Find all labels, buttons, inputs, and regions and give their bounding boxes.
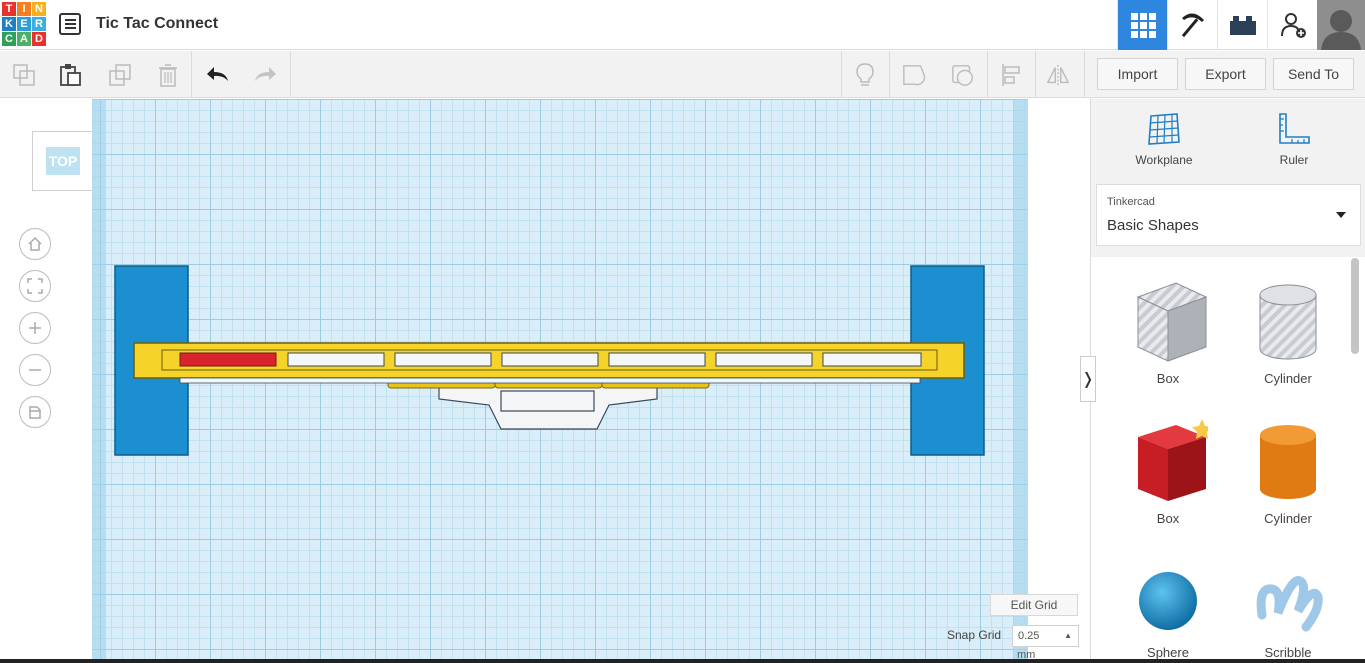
group-icon[interactable] — [951, 63, 975, 87]
view-cube[interactable]: TOP — [32, 131, 94, 191]
delete-icon[interactable] — [156, 63, 180, 87]
workplane-canvas[interactable] — [92, 99, 1028, 663]
fit-view-icon[interactable] — [19, 270, 51, 302]
view-cube-face: TOP — [45, 147, 81, 175]
logo-letter: T — [2, 2, 16, 16]
logo-letter: E — [17, 17, 31, 31]
logo-letter: A — [17, 32, 31, 46]
snap-grid-label: Snap Grid — [947, 628, 1002, 642]
bricks-icon[interactable] — [1217, 0, 1267, 50]
cylinder-hole-icon — [1259, 284, 1317, 360]
shape-sphere[interactable]: Sphere — [1108, 567, 1228, 660]
duplicate-icon[interactable] — [108, 63, 132, 87]
sphere-icon — [1139, 572, 1197, 630]
import-button[interactable]: Import — [1097, 58, 1178, 90]
shape-label: Sphere — [1147, 645, 1189, 660]
zoom-out-icon[interactable] — [19, 354, 51, 386]
shape-scribble[interactable]: Scribble — [1228, 567, 1348, 660]
note-icon[interactable] — [902, 63, 926, 87]
chevron-down-icon — [1336, 212, 1346, 218]
scribble-icon — [1256, 576, 1323, 632]
shape-library-select[interactable]: Tinkercad Basic Shapes — [1096, 184, 1361, 246]
canvas-edge-left — [92, 99, 106, 663]
view-controls: TOP — [0, 99, 94, 663]
workplane-icon — [1148, 113, 1180, 145]
library-name: Basic Shapes — [1107, 217, 1199, 234]
box-icon — [1138, 419, 1208, 501]
collapse-panel-icon[interactable]: ❭ — [1080, 356, 1096, 402]
grid-view-icon[interactable] — [1117, 0, 1167, 50]
logo-letter: N — [32, 2, 46, 16]
shape-box-hole[interactable]: Box — [1108, 277, 1228, 386]
paste-icon[interactable] — [58, 63, 82, 87]
window-bottom-edge — [0, 659, 1365, 663]
design-model[interactable] — [92, 99, 1028, 663]
design-title[interactable]: Tic Tac Connect — [96, 15, 218, 33]
tinkercad-logo[interactable]: TIN KER CAD — [2, 2, 46, 48]
toolbar: Import Export Send To — [0, 51, 1365, 98]
ruler-icon — [1279, 113, 1310, 144]
shape-cylinder-hole[interactable]: Cylinder — [1228, 277, 1348, 386]
snap-grid-value: 0.25 — [1018, 630, 1040, 642]
align-icon[interactable] — [1000, 63, 1024, 87]
snap-grid-arrow-icon: ▲ — [1064, 631, 1072, 640]
canvas-edge-right — [1013, 99, 1028, 663]
shape-label: Box — [1156, 511, 1180, 526]
ruler-label: Ruler — [1279, 153, 1309, 167]
cylinder-icon — [1260, 425, 1316, 499]
workplane-tool[interactable]: Workplane — [1114, 111, 1214, 167]
undo-icon[interactable] — [206, 63, 230, 87]
workplane-label: Workplane — [1135, 153, 1193, 167]
logo-letter: D — [32, 32, 46, 46]
logo-letter: C — [2, 32, 16, 46]
box-hole-icon — [1136, 282, 1208, 362]
zoom-in-icon[interactable] — [19, 312, 51, 344]
perspective-icon[interactable] — [19, 396, 51, 428]
home-view-icon[interactable] — [19, 228, 51, 260]
shape-label: Cylinder — [1264, 511, 1312, 526]
copy-icon[interactable] — [12, 63, 36, 87]
library-provider: Tinkercad — [1107, 196, 1155, 208]
add-user-icon[interactable] — [1267, 0, 1317, 50]
send-to-button[interactable]: Send To — [1273, 58, 1354, 90]
right-panel: Workplane Ruler Tinkercad Basic Shapes B… — [1090, 99, 1365, 663]
logo-letter: I — [17, 2, 31, 16]
pickaxe-icon[interactable] — [1167, 0, 1217, 50]
logo-letter: K — [2, 17, 16, 31]
snap-grid-select[interactable]: 0.25 ▲ — [1012, 625, 1079, 647]
ruler-tool[interactable]: Ruler — [1244, 111, 1344, 167]
edit-grid-button[interactable]: Edit Grid — [990, 594, 1078, 616]
export-button[interactable]: Export — [1185, 58, 1266, 90]
shape-box[interactable]: Box — [1108, 417, 1228, 526]
shape-label: Scribble — [1264, 645, 1312, 660]
mirror-icon[interactable] — [1046, 63, 1070, 87]
panel-scrollbar[interactable] — [1351, 258, 1359, 354]
lightbulb-icon[interactable] — [853, 63, 877, 87]
shape-label: Box — [1156, 371, 1180, 386]
shape-cylinder[interactable]: Cylinder — [1228, 417, 1348, 526]
top-bar: TIN KER CAD Tic Tac Connect — [0, 0, 1365, 50]
logo-letter: R — [32, 17, 46, 31]
redo-icon[interactable] — [253, 63, 277, 87]
avatar[interactable] — [1317, 0, 1365, 50]
shape-label: Cylinder — [1264, 371, 1312, 386]
design-list-icon[interactable] — [59, 13, 81, 35]
shape-grid: Box Cylinder Box Cylinder Sphere Scribbl… — [1091, 257, 1365, 663]
